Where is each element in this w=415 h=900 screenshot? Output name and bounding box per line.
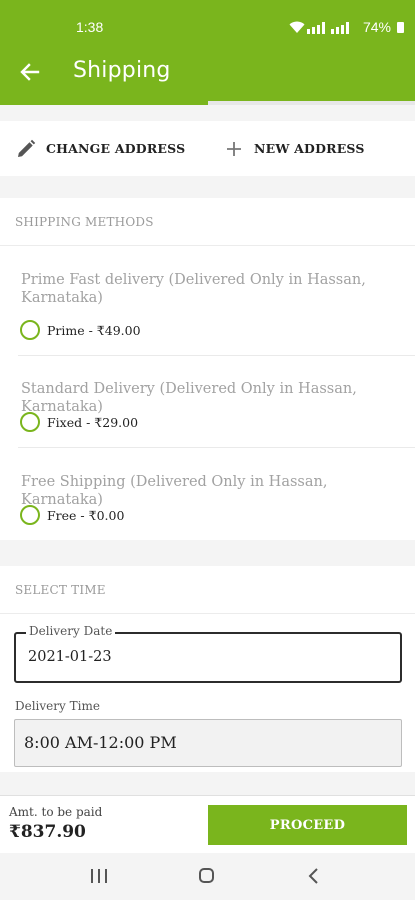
shipping-methods-heading: SHIPPING METHODS [15,215,154,229]
shipping-method-standard[interactable]: Standard Delivery (Delivered Only in Has… [0,356,415,448]
status-bar: 1:38 74% [0,0,415,44]
select-time-heading: SELECT TIME [15,583,106,597]
method-price: Fixed - ₹29.00 [47,414,139,430]
method-option[interactable]: Fixed - ₹29.00 [20,412,138,432]
battery-icon [397,22,404,33]
delivery-date-field[interactable]: Delivery Date 2021-01-23 [14,624,402,683]
wifi-icon [289,21,305,33]
method-option[interactable]: Free - ₹0.00 [20,505,124,525]
shipping-methods-list: Prime Fast delivery (Delivered Only in H… [0,246,415,540]
new-address-button[interactable]: NEW ADDRESS [224,121,365,176]
app-bar: Shipping [0,44,415,101]
nav-home-icon[interactable] [199,868,214,883]
shipping-method-free[interactable]: Free Shipping (Delivered Only in Hassan,… [0,448,415,540]
change-address-label: CHANGE ADDRESS [46,141,186,156]
pencil-icon [18,139,36,157]
checkout-bar: Amt. to be paid ₹837.90 PROCEED [0,795,415,853]
system-nav-bar [0,853,415,900]
method-price: Free - ₹0.00 [47,507,125,523]
battery-level: 74% [362,19,391,35]
nav-recents-icon[interactable] [91,869,107,883]
radio-unchecked-icon[interactable] [20,505,40,525]
delivery-time-field[interactable]: 8:00 AM-12:00 PM [14,719,402,767]
new-address-label: NEW ADDRESS [254,141,365,156]
back-arrow-icon[interactable] [14,56,46,88]
signal-icon [289,20,359,34]
checkout-progress-fill [0,101,208,105]
amount-value: ₹837.90 [9,822,86,842]
delivery-time-value: 8:00 AM-12:00 PM [24,733,177,752]
radio-unchecked-icon[interactable] [20,412,40,432]
delivery-date-label: Delivery Date [26,624,116,638]
method-title: Standard Delivery (Delivered Only in Has… [21,381,357,415]
nav-back-icon[interactable] [307,867,319,885]
delivery-time-label: Delivery Time [15,699,100,713]
method-option[interactable]: Prime - ₹49.00 [20,320,141,340]
select-time-section: SELECT TIME Delivery Date 2021-01-23 Del… [0,566,415,772]
proceed-button[interactable]: PROCEED [208,805,407,845]
page-title: Shipping [73,58,171,83]
amount-label: Amt. to be paid [9,805,103,819]
status-time: 1:38 [76,19,104,35]
select-time-header: SELECT TIME [0,566,415,614]
change-address-button[interactable]: CHANGE ADDRESS [16,121,185,176]
method-title: Prime Fast delivery (Delivered Only in H… [21,272,366,306]
method-title: Free Shipping (Delivered Only in Hassan,… [21,474,328,508]
checkout-progress [0,101,415,105]
shipping-methods-header: SHIPPING METHODS [0,198,415,246]
plus-icon [227,141,241,156]
radio-unchecked-icon[interactable] [20,320,40,340]
address-actions: CHANGE ADDRESS NEW ADDRESS [0,121,415,176]
shipping-method-prime[interactable]: Prime Fast delivery (Delivered Only in H… [0,246,415,356]
delivery-date-value: 2021-01-23 [28,649,112,665]
method-price: Prime - ₹49.00 [47,322,141,338]
